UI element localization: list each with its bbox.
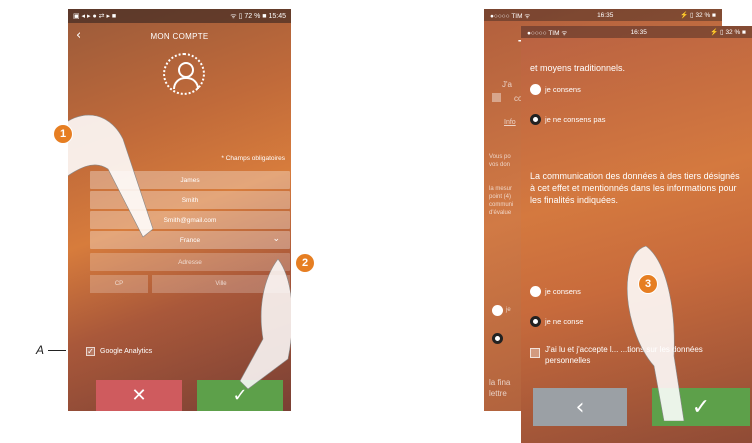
status-battery: ⚡ ▯ 32 % ■ [680, 12, 716, 19]
radio-consent-no-1[interactable]: je ne consens pas [530, 114, 605, 125]
radio-consent-no-2[interactable]: je ne conse [530, 316, 583, 327]
snippet-text: vos don [489, 162, 511, 168]
chevron-left-icon: ‹ [575, 394, 585, 420]
checkbox[interactable] [492, 93, 501, 102]
cancel-button[interactable]: ✕ [96, 380, 182, 411]
status-time: 16:35 [630, 28, 647, 36]
callout-step-3: 3 [638, 274, 658, 294]
radio-button[interactable] [530, 84, 541, 95]
radio-consent-yes-1[interactable]: je consens [530, 84, 581, 95]
snippet-text: d'évalue [489, 210, 512, 216]
annotation-line [48, 350, 66, 351]
status-icons-left: ▣ ◂ ▸ ● ⇄ ▸ ■ [73, 13, 117, 20]
annotation-label-a: A [36, 343, 45, 357]
snippet-text: je [506, 307, 511, 313]
page-title: MON COMPTE [150, 31, 209, 41]
callout-step-2: 2 [295, 253, 315, 273]
radio-option[interactable] [492, 305, 503, 316]
status-carrier: ●○○○○ TIM ᯤ [490, 12, 531, 20]
radio-label: je ne conse [545, 317, 584, 326]
status-bar: ●○○○○ TIM ᯤ 16:35 ⚡ ▯ 32 % ■ [521, 26, 752, 38]
right-phone-screen: ●○○○○ TIM ᯤ 16:35 ⚡ ▯ 32 % ■ et moyens t… [521, 26, 752, 443]
hand-pointer-illustration [239, 259, 291, 390]
close-icon: ✕ [131, 385, 147, 406]
snippet-text: lettre [489, 389, 507, 398]
hand-pointer-illustration [68, 114, 154, 238]
status-bar: ●○○○○ TIM ᯤ 16:35 ⚡ ▯ 32 % ■ [484, 9, 722, 21]
snippet-text: Vous po [489, 154, 511, 160]
snippet-text: point (4) [489, 194, 512, 200]
zip-field[interactable]: CP [90, 275, 148, 293]
snippet-text: J'a [502, 80, 512, 89]
radio-option-selected[interactable] [492, 333, 503, 344]
snippet-link[interactable]: Info [504, 119, 516, 127]
google-analytics-row[interactable]: ✓ Google Analytics [86, 347, 152, 356]
status-time: 16:35 [597, 11, 614, 19]
left-phone-screen: ▣ ◂ ▸ ● ⇄ ▸ ■ ᯤ ▯ 72 % ■ 15:45 ‹ MON COM… [68, 9, 291, 411]
status-icons-right: ᯤ ▯ 72 % ■ 15:45 [230, 12, 286, 20]
snippet-text: la fina [489, 378, 511, 387]
status-carrier: ●○○○○ TIM ᯤ [527, 29, 568, 37]
google-analytics-checkbox[interactable]: ✓ [86, 347, 95, 356]
radio-label: je consens [545, 287, 581, 296]
snippet-text: la mesur [489, 186, 513, 192]
accept-checkbox[interactable] [530, 348, 540, 358]
radio-label: je consens [545, 85, 581, 94]
radio-button[interactable] [530, 286, 541, 297]
status-battery: ⚡ ▯ 32 % ■ [710, 29, 746, 36]
intro-text: et moyens traditionnels. [530, 63, 626, 73]
radio-button-selected[interactable] [530, 114, 541, 125]
radio-label: je ne consens pas [545, 115, 606, 124]
radio-button-selected[interactable] [530, 316, 541, 327]
status-bar: ▣ ◂ ▸ ● ⇄ ▸ ■ ᯤ ▯ 72 % ■ 15:45 [68, 9, 291, 23]
google-analytics-label: Google Analytics [100, 348, 153, 355]
snippet-text: communi [489, 202, 514, 208]
consent-paragraph: La communication des données à des tiers… [530, 171, 740, 205]
back-chevron-icon[interactable]: ‹ [76, 28, 82, 43]
required-fields-note: * Champs obligatoires [221, 155, 285, 162]
callout-step-1: 1 [53, 124, 73, 144]
title-bar: ‹ MON COMPTE [68, 23, 291, 49]
country-value: France [179, 236, 201, 244]
chevron-down-icon: ⌄ [272, 234, 280, 244]
hand-pointer-illustration [626, 246, 685, 421]
radio-consent-yes-2[interactable]: je consens [530, 286, 581, 297]
